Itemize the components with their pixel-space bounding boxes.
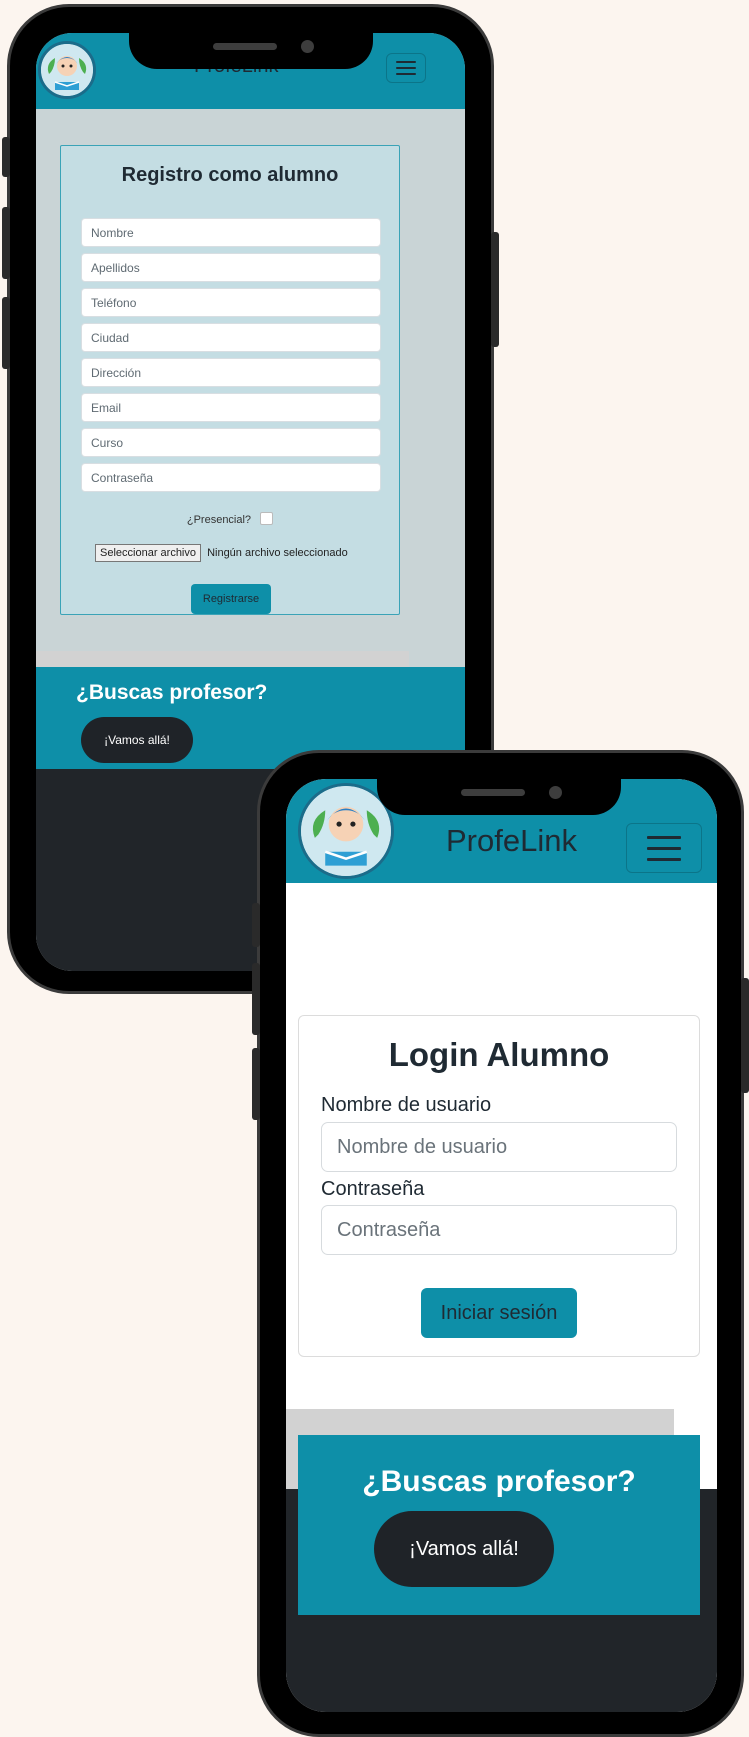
login-form-title: Login Alumno	[388, 1036, 610, 1073]
phone-notch	[377, 779, 621, 815]
navbar-toggle-button[interactable]	[386, 53, 426, 83]
presencial-label: ¿Presencial?	[186, 514, 252, 526]
phone-side-button	[2, 207, 10, 279]
username-label: Nombre de usuario	[321, 1094, 492, 1116]
login-submit-button[interactable]: Iniciar sesión	[421, 1288, 577, 1338]
grey-divider-strip	[36, 651, 409, 667]
phone-side-button	[2, 297, 10, 369]
hamburger-menu-icon	[396, 61, 416, 63]
register-form-title: Registro como alumno	[121, 164, 339, 186]
select-file-button[interactable]: Seleccionar archivo	[95, 544, 201, 562]
presencial-row: ¿Presencial?	[61, 512, 399, 526]
brand-name[interactable]: ProfeLink	[446, 823, 577, 859]
file-upload-row: Seleccionar archivo Ningún archivo selec…	[95, 544, 348, 562]
password-input[interactable]	[81, 463, 381, 492]
cta-button[interactable]: ¡Vamos allá!	[81, 717, 193, 763]
navbar-toggle-button[interactable]	[626, 823, 702, 873]
phone-side-button	[741, 978, 749, 1093]
password-input[interactable]	[321, 1205, 677, 1255]
login-form-card: Login Alumno Nombre de usuario Contraseñ…	[298, 1015, 700, 1357]
apellidos-input[interactable]	[81, 253, 381, 282]
cta-title: ¿Buscas profesor?	[76, 681, 268, 704]
phone-side-button	[252, 1048, 260, 1120]
cta-band: ¿Buscas profesor? ¡Vamos allá!	[298, 1435, 700, 1615]
phone-side-button	[252, 963, 260, 1035]
profelink-logo-icon	[38, 41, 96, 99]
username-input[interactable]	[321, 1122, 677, 1172]
ciudad-input[interactable]	[81, 323, 381, 352]
phone-login: ProfeLink Login Alumno Nombre de usuario…	[252, 750, 749, 1737]
presencial-checkbox[interactable]	[260, 512, 274, 525]
curso-input[interactable]	[81, 428, 381, 457]
hamburger-menu-icon	[647, 835, 681, 839]
file-status-text: Ningún archivo seleccionado	[207, 547, 348, 559]
direccion-input[interactable]	[81, 358, 381, 387]
screen-login: ProfeLink Login Alumno Nombre de usuario…	[286, 779, 717, 1712]
password-label: Contraseña	[321, 1178, 425, 1200]
phone-side-button	[2, 137, 10, 177]
telefono-input[interactable]	[81, 288, 381, 317]
nombre-input[interactable]	[81, 218, 381, 247]
register-form-card: Registro como alumno ¿Presencial? Selecc…	[60, 145, 400, 615]
cta-title: ¿Buscas profesor?	[362, 1465, 636, 1498]
cta-button[interactable]: ¡Vamos allá!	[374, 1511, 554, 1587]
register-submit-button[interactable]: Registrarse	[191, 584, 271, 614]
phone-side-button	[491, 232, 499, 347]
phone-side-button	[252, 903, 260, 947]
email-input[interactable]	[81, 393, 381, 422]
phone-notch	[129, 33, 373, 69]
